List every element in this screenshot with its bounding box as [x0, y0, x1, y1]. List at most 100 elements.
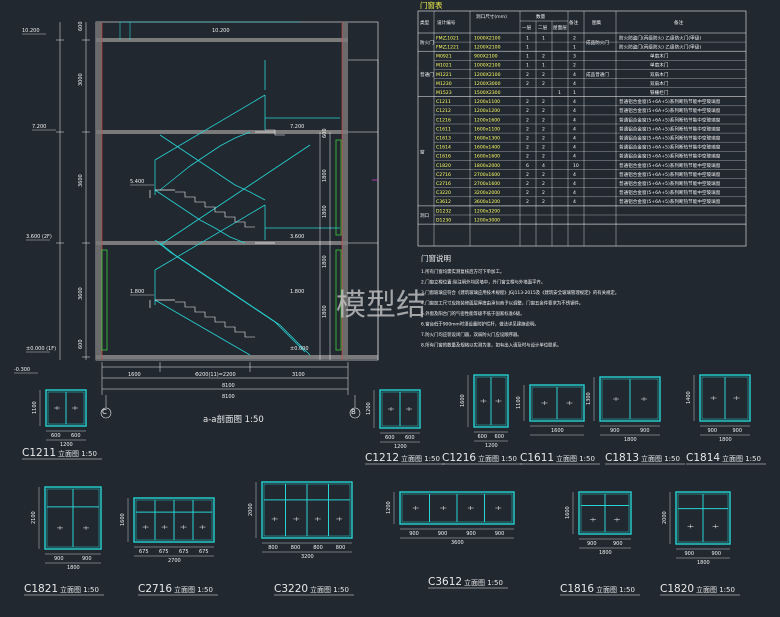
cell-remark: 普通铝合金窗(5+6A+5)系列断热节能中空玻璃窗 — [619, 153, 721, 160]
dim-part: 900 — [82, 556, 92, 562]
note-line: 4.门窗加工尺寸应按装修面层厚度由承包商予以调整，门窗五金件要求为不锈钢件。 — [421, 300, 583, 307]
cell-size: 1200x1600 — [474, 117, 500, 123]
cell-f2: 4 — [542, 163, 545, 169]
stairs — [154, 60, 340, 356]
elevation-caption: C3220 — [274, 583, 308, 595]
cell-total: 1 — [573, 45, 576, 51]
cell-f2: 2 — [542, 126, 545, 132]
dim-left: 3600 — [78, 174, 84, 187]
cell-total: 3 — [573, 54, 576, 60]
cell-size: 1800x2000 — [474, 163, 500, 169]
cell-f2: 2 — [542, 99, 545, 105]
dim-height: 1600 — [565, 506, 571, 519]
elevation-caption-suffix: 立面图 1:50 — [310, 585, 349, 594]
cell-size: 1200x1100 — [474, 99, 500, 105]
cell-code: C2716 — [436, 181, 451, 187]
slab-ground — [96, 355, 378, 359]
elevation-caption: C1611 — [520, 452, 554, 464]
elevation-caption: C1820 — [660, 583, 694, 595]
right-dims — [319, 132, 331, 360]
th-f2: 二层 — [538, 25, 548, 31]
dim-part: 900 — [640, 428, 650, 434]
cell-size: 1600x1100 — [474, 126, 500, 132]
cell-f2: 2 — [542, 145, 545, 151]
section-drawing — [95, 21, 379, 361]
level-label-right: 10.200 — [212, 28, 230, 34]
cell-remark: 普通铝合金窗(5+6A+5)系列断热节能中空玻璃窗 — [619, 107, 721, 114]
dim-total: 1600 — [551, 428, 564, 434]
dim-part: 600 — [385, 435, 395, 441]
level-label-right: 7.200 — [290, 124, 304, 130]
cell-size: 1600x1400 — [474, 145, 500, 151]
elevation-c3612: 900 900 900 90036001200C3612 立面图 1:50 — [386, 491, 515, 589]
cell-size: 2700x1600 — [474, 172, 500, 178]
dim-height: 1400 — [686, 391, 692, 404]
dim-height: 1600 — [120, 513, 126, 526]
cell-remark: 双扇木门 — [650, 71, 669, 78]
cell-f1: 2 — [526, 99, 529, 105]
note-line: 1.所有门窗均需实测复核后方可下单加工。 — [421, 268, 504, 275]
cell-f2: 2 — [542, 154, 545, 160]
dim-left: 600 — [78, 21, 84, 31]
cell-remark: 普通铝合金窗(5+6A+5)系列断热节能中空玻璃窗 — [619, 171, 721, 178]
elevation-caption-suffix: 立面图 1:50 — [696, 585, 735, 594]
dim-part: 900 — [610, 428, 620, 434]
level-label: 1.800 — [130, 289, 144, 295]
cell-total: 10 — [573, 163, 579, 169]
cell-code: M1021 — [436, 63, 452, 69]
cell-remark: 单扇木门 — [650, 53, 669, 60]
level-label-right: 3.600 — [290, 234, 304, 240]
dim-part: 600 — [478, 434, 488, 440]
elevation-caption: C1814 — [686, 452, 720, 464]
elevation-caption: C1216 — [442, 452, 476, 464]
th-remark: 备注 — [674, 19, 684, 26]
cell-total: 4 — [573, 108, 576, 114]
cell-remark: 双扇木门 — [650, 80, 669, 87]
elevation-c1211: 600 600 1200 1100 C1211 立面图 1:50 — [22, 389, 102, 460]
dim-part: 675 — [139, 549, 149, 555]
cell-total: 4 — [573, 99, 576, 105]
cell-f1: 2 — [526, 72, 529, 78]
elevation-caption: C1813 — [605, 452, 639, 464]
cell-size: 1600x1300 — [474, 136, 500, 142]
dim-left: 600 — [78, 339, 84, 349]
cell-size: 3200x2000 — [474, 190, 500, 196]
dim-height: 1300 — [586, 392, 592, 405]
elevation-c1821: 900 9001800 2100 C1821 立面图 1:50 — [24, 486, 104, 596]
dim-total: 1800 — [599, 550, 612, 556]
cell-code: FM乙1221 — [436, 44, 459, 51]
dim-part: 800 — [291, 545, 301, 551]
elevation-c1816: 900 9001800 1600 C1816 立面图 1:50 — [560, 491, 640, 596]
dim-part: 800 — [268, 545, 278, 551]
cell-f1: 2 — [526, 136, 529, 142]
dim-part: 675 — [179, 549, 189, 555]
dim-part: 800 — [336, 545, 346, 551]
cell-f1: 2 — [526, 172, 529, 178]
cell-size: 1500X2300 — [474, 90, 501, 96]
right-wall — [342, 22, 348, 360]
drawing-canvas: 类型 设计编号洞口尺寸(mm) 数量一层 二层 屋面层备注 图集 备注FM乙1021 1000… — [14, 10, 766, 596]
cell-remark: 普通铝合金窗(5+6A+5)系列断热节能中空玻璃窗 — [619, 98, 721, 105]
elevation-caption-suffix: 立面图 1:50 — [60, 585, 99, 594]
elevation-caption: C1211 — [22, 447, 56, 459]
elevation-caption-suffix: 立面图 1:50 — [464, 578, 503, 587]
dim-part: 900 — [466, 531, 476, 537]
cell-f1: 2 — [526, 81, 529, 87]
cell-code: C1614 — [436, 145, 451, 151]
cell-f2: 2 — [542, 117, 545, 123]
dim-bottom: 3100 — [292, 372, 305, 378]
cell-total: 4 — [573, 181, 576, 187]
cell-f2: 2 — [542, 136, 545, 142]
dim-part: 900 — [409, 531, 419, 537]
cell-total: 4 — [573, 172, 576, 178]
elevation-caption-suffix: 立面图 1:50 — [722, 454, 761, 463]
cell-f3: 1 — [558, 90, 561, 96]
elevation-caption: C1816 — [560, 583, 594, 595]
dim-height: 1600 — [460, 394, 466, 407]
dim-height: 2000 — [248, 503, 254, 516]
cell-size: 1200x3200 — [474, 208, 500, 214]
dim-part: 900 — [733, 428, 743, 434]
dim-total: 8100 — [222, 394, 235, 400]
cell-size: 1000X2100 — [474, 63, 501, 69]
cell-size: 2700x1600 — [474, 181, 500, 187]
